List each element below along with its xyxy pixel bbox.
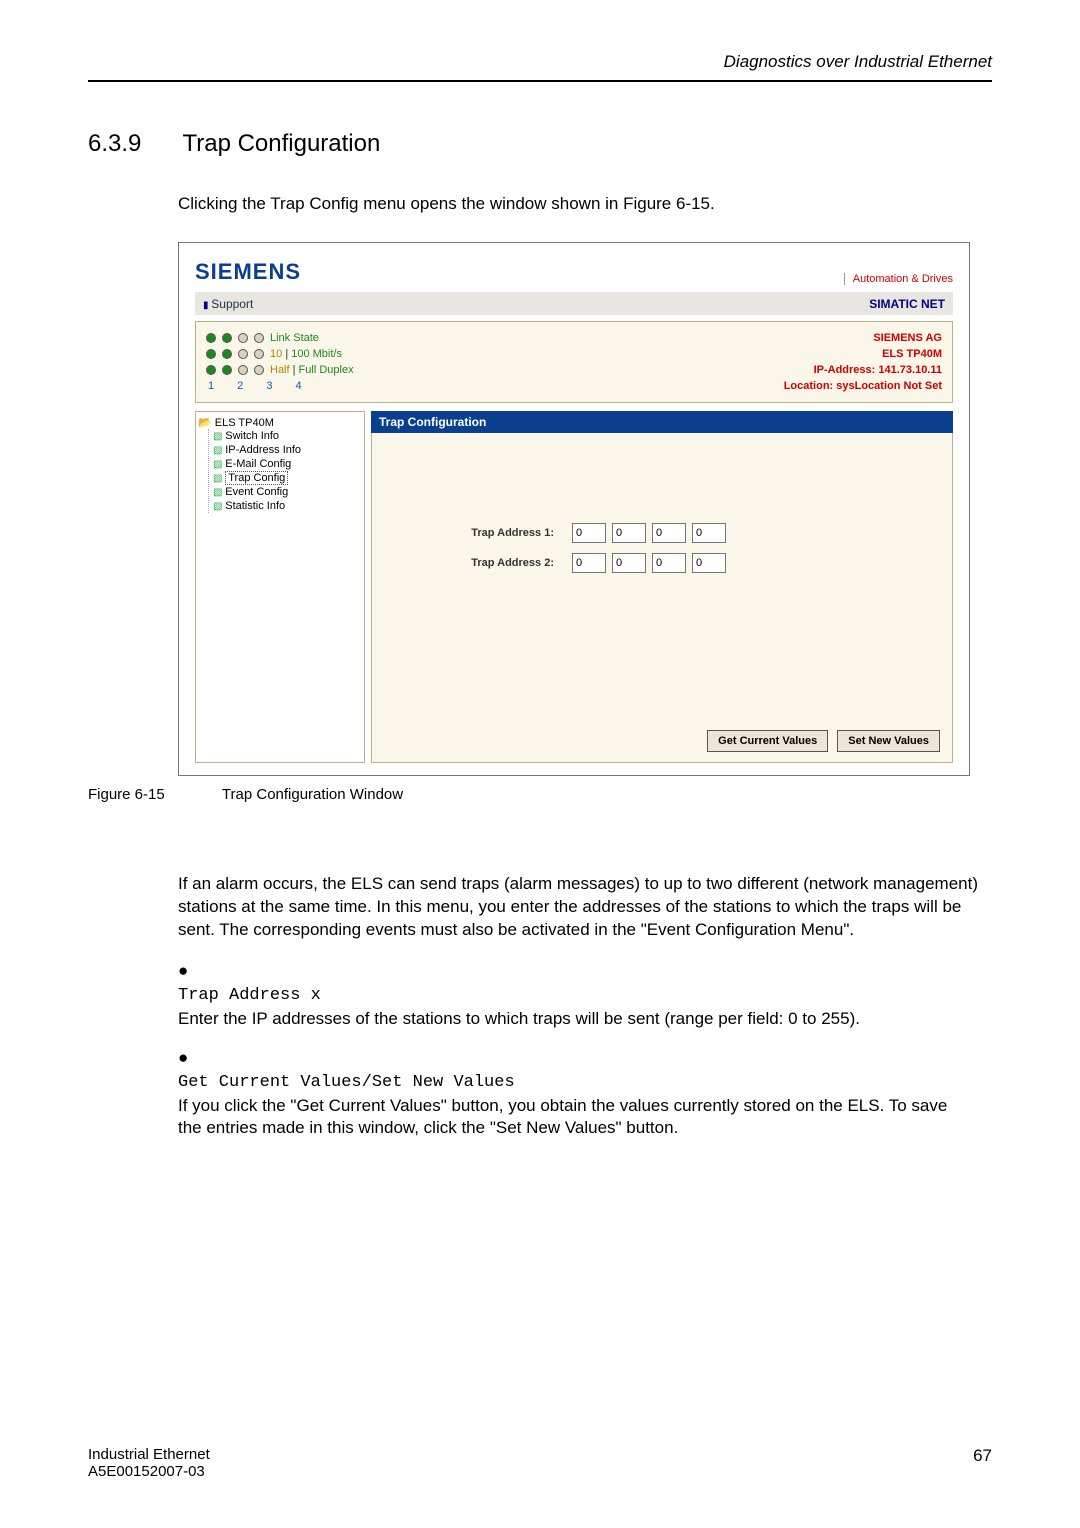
led-icon	[206, 365, 216, 375]
bullet-text: Enter the IP addresses of the stations t…	[178, 1009, 860, 1028]
content-title: Trap Configuration	[371, 411, 953, 433]
brand-logo: SIEMENS	[195, 259, 301, 285]
bullet-trap-address: ● Trap Address x Enter the IP addresses …	[178, 960, 992, 1031]
trap1-octet-3[interactable]	[652, 523, 686, 543]
set-new-values-button[interactable]: Set New Values	[837, 730, 940, 752]
footer-product: Industrial Ethernet	[88, 1446, 210, 1463]
support-bar: Support SIMATIC NET	[195, 291, 953, 315]
lead-paragraph: Clicking the Trap Config menu opens the …	[178, 194, 992, 214]
led-icon	[254, 349, 264, 359]
trap2-octet-4[interactable]	[692, 553, 726, 573]
figure-caption: Figure 6-15 Trap Configuration Window	[88, 786, 992, 803]
tree-item-email-config[interactable]: E-Mail Config	[213, 457, 362, 471]
led-icon	[206, 349, 216, 359]
footer-docid: A5E00152007-03	[88, 1463, 210, 1480]
led-icon	[254, 365, 264, 375]
led-icon	[238, 333, 248, 343]
led-label: Link State	[270, 330, 319, 346]
tree-root[interactable]: ELS TP40M	[198, 416, 362, 429]
trap-address-1-label: Trap Address 1:	[412, 527, 572, 539]
led-row-link-state: Link State	[206, 330, 354, 346]
body-paragraph: If an alarm occurs, the ELS can send tra…	[178, 873, 992, 942]
page-footer: Industrial Ethernet A5E00152007-03 67	[88, 1446, 992, 1480]
trap1-octet-1[interactable]	[572, 523, 606, 543]
support-label[interactable]: Support	[203, 297, 253, 311]
tree-item-statistic-info[interactable]: Statistic Info	[213, 499, 362, 513]
device-info-line: ELS TP40M	[784, 346, 942, 362]
trap1-octet-4[interactable]	[692, 523, 726, 543]
led-row-speed: 10 | 100 Mbit/s	[206, 346, 354, 362]
get-current-values-button[interactable]: Get Current Values	[707, 730, 828, 752]
bullet-get-set-values: ● Get Current Values/Set New Values If y…	[178, 1047, 992, 1141]
section-title: Trap Configuration	[182, 130, 380, 158]
led-label: 10 | 100 Mbit/s	[270, 346, 342, 362]
trap-address-2-row: Trap Address 2:	[412, 553, 912, 573]
device-info-line: IP-Address: 141.73.10.11	[784, 362, 942, 378]
led-icon	[222, 365, 232, 375]
footer-page-number: 67	[973, 1446, 992, 1480]
tree-item-trap-config[interactable]: Trap Config	[213, 471, 362, 485]
led-label: Half | Full Duplex	[270, 362, 354, 378]
tree-item-event-config[interactable]: Event Config	[213, 485, 362, 499]
figure-number: Figure 6-15	[88, 786, 218, 803]
content-panel: Trap Configuration Trap Address 1: Trap …	[371, 411, 953, 763]
tree-item-ip-address-info[interactable]: IP-Address Info	[213, 443, 362, 457]
trap-address-1-row: Trap Address 1:	[412, 523, 912, 543]
led-icon	[238, 365, 248, 375]
device-info-line: Location: sysLocation Not Set	[784, 378, 942, 394]
led-icon	[206, 333, 216, 343]
bullet-title: Get Current Values/Set New Values	[178, 1073, 515, 1092]
screenshot-window: SIEMENS Automation & Drives Support SIMA…	[178, 242, 970, 776]
led-icon	[222, 333, 232, 343]
trap-address-2-label: Trap Address 2:	[412, 557, 572, 569]
simatic-net-label: SIMATIC NET	[869, 297, 945, 311]
trap2-octet-3[interactable]	[652, 553, 686, 573]
brand-tagline: Automation & Drives	[844, 273, 953, 285]
port-numbers: 1 2 3 4	[206, 378, 354, 394]
led-block: Link State 10 | 100 Mbit/s Half | Full D…	[206, 330, 354, 394]
led-icon	[254, 333, 264, 343]
led-icon	[238, 349, 248, 359]
bullet-title: Trap Address x	[178, 986, 321, 1005]
section-heading: 6.3.9 Trap Configuration	[88, 130, 992, 158]
led-row-duplex: Half | Full Duplex	[206, 362, 354, 378]
trap2-octet-2[interactable]	[612, 553, 646, 573]
bullet-text: If you click the "Get Current Values" bu…	[178, 1096, 947, 1138]
device-info: SIEMENS AG ELS TP40M IP-Address: 141.73.…	[784, 330, 942, 394]
info-panel: Link State 10 | 100 Mbit/s Half | Full D…	[195, 321, 953, 403]
trap2-octet-1[interactable]	[572, 553, 606, 573]
figure-title: Trap Configuration Window	[222, 786, 403, 803]
led-icon	[222, 349, 232, 359]
section-number: 6.3.9	[88, 130, 178, 158]
trap1-octet-2[interactable]	[612, 523, 646, 543]
device-info-line: SIEMENS AG	[784, 330, 942, 346]
nav-tree[interactable]: ELS TP40M Switch Info IP-Address Info E-…	[195, 411, 365, 763]
running-header: Diagnostics over Industrial Ethernet	[88, 52, 992, 82]
tree-item-switch-info[interactable]: Switch Info	[213, 429, 362, 443]
